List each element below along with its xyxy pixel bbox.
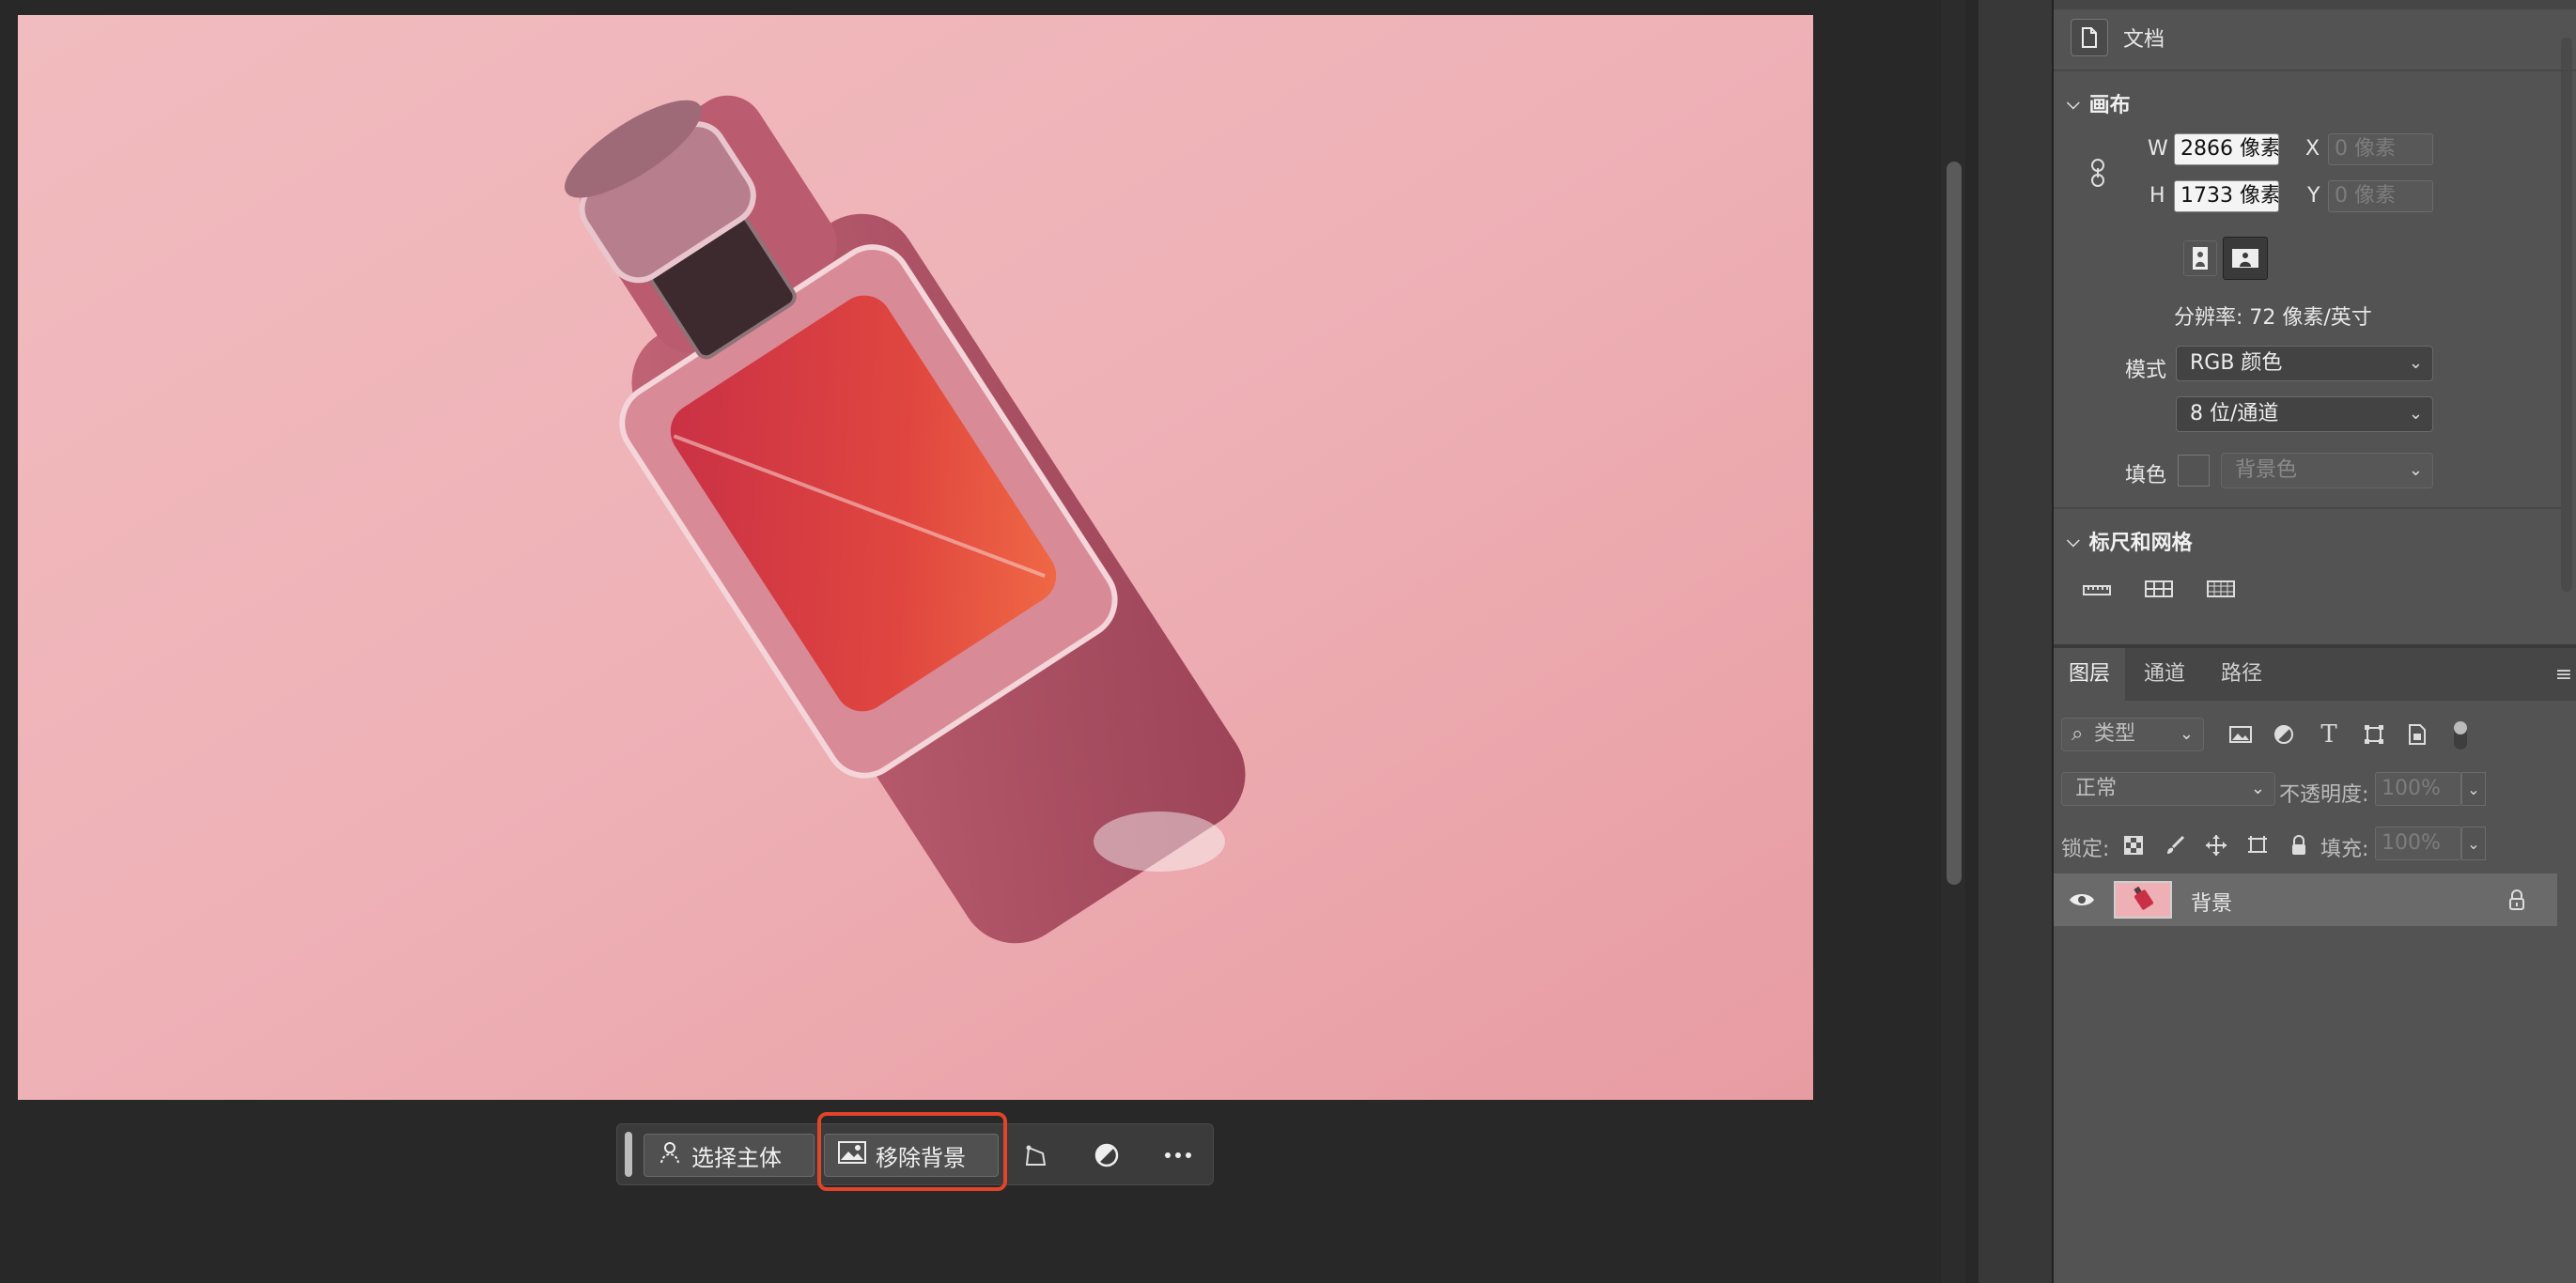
lock-label: 锁定: [2061,838,2110,861]
color-mode-value: RGB 颜色 [2190,351,2283,375]
color-mode-select[interactable]: RGB 颜色 ⌄ [2176,346,2433,381]
canvas-section-title: 画布 [2088,94,2131,117]
perfume-photo [18,15,1813,1100]
layer-lock-icon[interactable] [2503,885,2531,915]
select-subject-label: 选择主体 [691,1144,782,1171]
tab-paths[interactable]: 路径 [2206,648,2277,701]
layer-filter-value: 类型 [2094,722,2136,746]
person-selection-icon [658,1140,682,1170]
blend-mode-value: 正常 [2075,777,2118,800]
filter-toggle-knob [2454,721,2467,734]
document-canvas-area[interactable]: 选择主体 移除背景 [0,0,1941,1283]
divider [2054,70,2576,71]
layer-name: 背景 [2191,892,2233,916]
layers-panel: 图层 通道 路径 ≡ ⌕ 类型 ⌄ T 正常 ⌄ 不透明度: 100% ⌄ 锁定… [2054,644,2576,1283]
x-label: X [2305,137,2320,161]
properties-scrollbar[interactable] [2561,38,2572,592]
chevron-down-icon[interactable]: ⌄ [2461,827,2486,860]
layer-item-background[interactable]: 背景 [2054,873,2557,926]
height-label: H [2149,184,2165,208]
chevron-down-icon[interactable]: ⌄ [2461,772,2486,806]
chevron-down-icon: ⌵ [2067,93,2080,114]
adjustment-icon[interactable] [1091,1139,1123,1171]
properties-panel: 文档 ⌵ 画布 W 2866 像素 X 0 像素 H 1733 像素 Y 0 像… [2054,0,2576,641]
opacity-label: 不透明度: [2279,783,2369,807]
properties-top-strip [2054,0,2576,9]
smart-object-filter-icon[interactable] [2403,719,2431,750]
fill-opacity-label: 填充: [2320,838,2369,861]
bit-depth-select[interactable]: 8 位/通道 ⌄ [2176,396,2433,432]
canvas-scrollbar-thumb[interactable] [1947,162,1962,885]
layer-thumbnail [2114,881,2172,919]
right-panel: 文档 ⌵ 画布 W 2866 像素 X 0 像素 H 1733 像素 Y 0 像… [2054,0,2576,1283]
ruler-icon[interactable] [2080,575,2114,603]
fill-color-swatch[interactable] [2178,455,2210,487]
link-icon[interactable] [2084,156,2112,190]
lock-transparent-icon[interactable] [2119,830,2148,860]
divider [2054,507,2561,509]
portrait-icon[interactable] [2183,240,2217,276]
canvas-image-perfume-bottle[interactable] [18,15,1813,1100]
tab-layers[interactable]: 图层 [2054,648,2126,701]
fill-opacity-field[interactable]: 100% [2375,827,2461,860]
pixel-layer-filter-icon[interactable] [2227,719,2255,750]
resolution-text: 分辨率: 72 像素/英寸 [2174,306,2372,330]
type-filter-icon[interactable]: T [2315,719,2343,750]
chevron-down-icon: ⌵ [2067,531,2080,551]
fill-select[interactable]: 背景色 ⌄ [2221,453,2433,488]
grid-icon[interactable] [2142,575,2176,603]
adjustment-filter-icon[interactable] [2270,719,2298,750]
layer-thumbnail-image [2116,883,2170,917]
layer-filter-select[interactable]: ⌕ 类型 ⌄ [2061,718,2204,751]
opacity-field[interactable]: 100% [2375,772,2461,806]
document-icon [2071,19,2108,56]
lock-pixels-brush-icon[interactable] [2161,830,2189,860]
more-options-icon[interactable] [1162,1139,1194,1171]
fill-label: 填色 [2125,464,2167,487]
rulers-grid-title: 标尺和网格 [2088,532,2193,555]
height-field[interactable]: 1733 像素 [2174,180,2279,212]
rulers-grid-section-header[interactable]: ⌵ 标尺和网格 [2067,526,2193,556]
visibility-eye-icon[interactable] [2067,885,2097,915]
select-subject-button[interactable]: 选择主体 [644,1134,815,1177]
chevron-down-icon: ⌄ [2250,779,2265,798]
bit-depth-value: 8 位/通道 [2190,402,2279,425]
remove-background-highlight [817,1112,1007,1191]
chevron-down-icon: ⌄ [2408,404,2423,424]
pixel-grid-icon[interactable] [2204,575,2238,603]
chevron-down-icon: ⌄ [2179,724,2194,744]
lock-position-move-icon[interactable] [2202,830,2230,860]
lock-all-icon[interactable] [2285,830,2313,860]
lock-artboard-icon[interactable] [2243,830,2272,860]
task-bar-drag-handle[interactable] [625,1132,632,1177]
fill-value: 背景色 [2235,458,2298,482]
chevron-down-icon: ⌄ [2408,353,2423,373]
y-field[interactable]: 0 像素 [2328,180,2433,212]
mode-label: 模式 [2125,359,2167,382]
filter-toggle-switch[interactable] [2454,721,2467,750]
panel-menu-icon[interactable]: ≡ [2552,661,2576,688]
x-field[interactable]: 0 像素 [2328,133,2433,165]
width-label: W [2148,137,2168,161]
tab-channels[interactable]: 通道 [2129,648,2200,701]
shape-filter-icon[interactable] [2360,719,2388,750]
transform-icon[interactable] [1019,1139,1051,1171]
search-icon: ⌕ [2072,722,2084,746]
landscape-icon[interactable] [2223,237,2268,280]
canvas-section-header[interactable]: ⌵ 画布 [2067,88,2131,118]
document-label: 文档 [2123,28,2165,52]
panel-gutter [1965,0,1979,1283]
collapsed-panel-strip [1979,0,2052,1283]
chevron-down-icon: ⌄ [2408,460,2423,480]
blend-mode-select[interactable]: 正常 ⌄ [2061,772,2275,806]
width-field[interactable]: 2866 像素 [2174,133,2279,165]
y-label: Y [2307,184,2320,208]
